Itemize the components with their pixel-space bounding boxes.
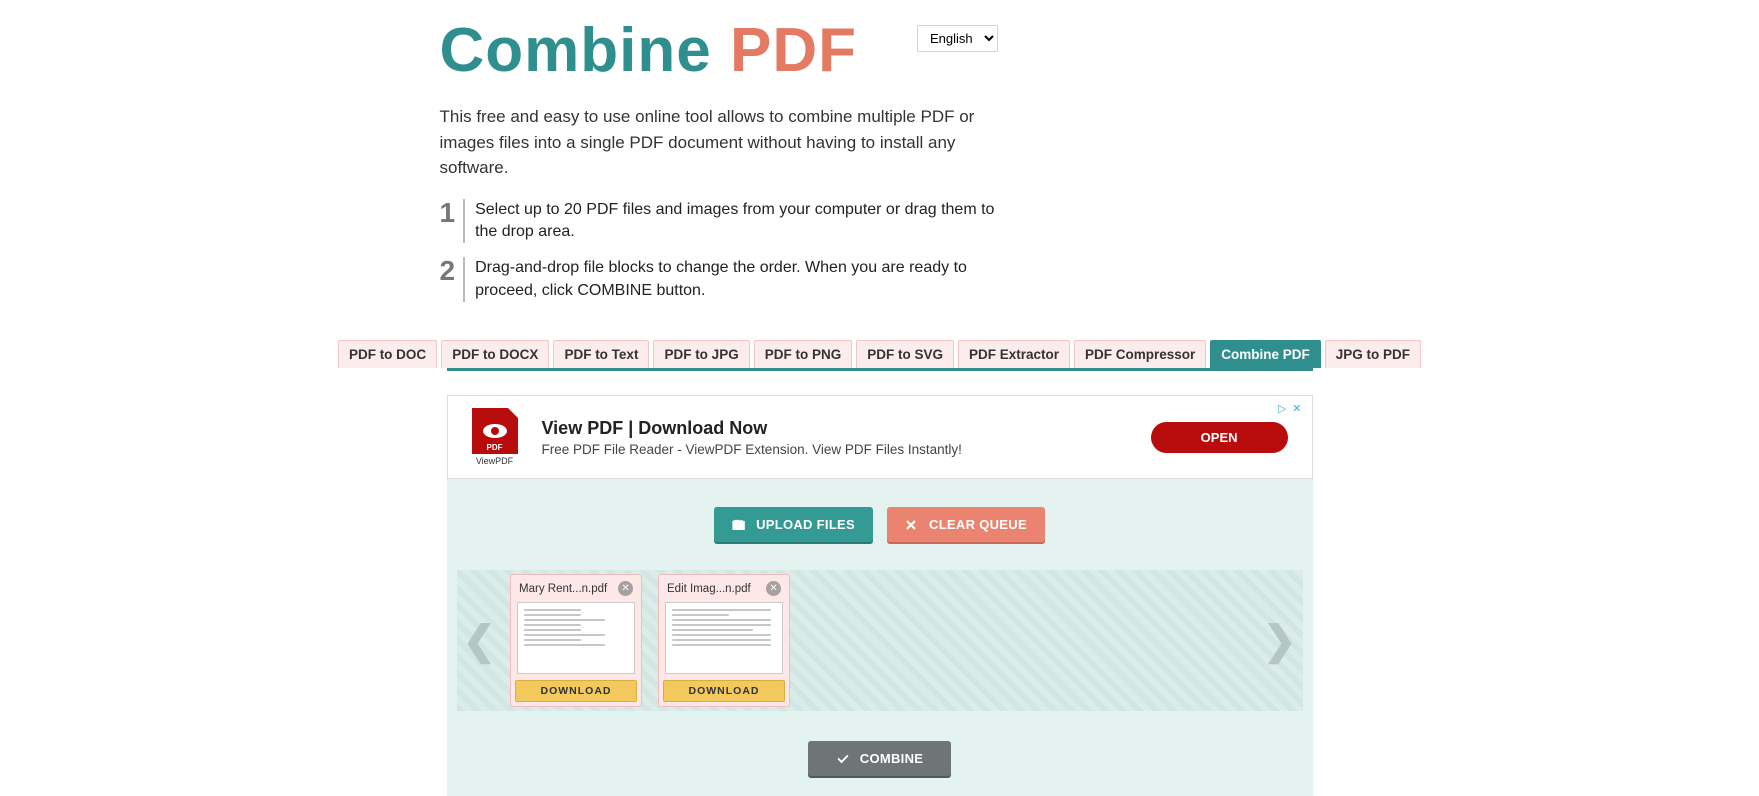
ad-icon-wrap: PDF ViewPDF (472, 408, 518, 466)
file-list: Mary Rent...n.pdf ✕ DOWNLOAD (510, 574, 1249, 707)
file-thumbnail (517, 602, 635, 674)
ad-subtitle: Free PDF File Reader - ViewPDF Extension… (542, 442, 962, 457)
step-2: 2 Drag-and-drop file blocks to change th… (440, 257, 1320, 302)
tab-pdf-to-svg[interactable]: PDF to SVG (856, 340, 954, 368)
tab-pdf-to-png[interactable]: PDF to PNG (754, 340, 853, 368)
combine-button[interactable]: COMBINE (808, 741, 952, 776)
download-file-button[interactable]: DOWNLOAD (663, 680, 785, 702)
tab-pdf-to-text[interactable]: PDF to Text (553, 340, 649, 368)
ad-close-icon[interactable]: ✕ (1292, 402, 1301, 415)
upload-files-button[interactable]: UPLOAD FILES (714, 507, 873, 542)
upload-icon (732, 519, 746, 531)
ad-icon-caption: ViewPDF (472, 456, 518, 466)
step-1: 1 Select up to 20 PDF files and images f… (440, 199, 1320, 244)
action-buttons: UPLOAD FILES CLEAR QUEUE (447, 507, 1313, 542)
tab-pdf-to-doc[interactable]: PDF to DOC (338, 340, 437, 368)
language-select[interactable]: English (917, 25, 998, 52)
steps-list: 1 Select up to 20 PDF files and images f… (440, 199, 1320, 303)
file-name: Mary Rent...n.pdf (519, 583, 607, 595)
page-description: This free and easy to use online tool al… (440, 104, 1000, 181)
tab-jpg-to-pdf[interactable]: JPG to PDF (1325, 340, 1421, 368)
adchoices-icon[interactable]: ▷ (1278, 402, 1286, 415)
file-thumbnail (665, 602, 783, 674)
logo-word-1: Combine (440, 16, 712, 85)
tab-pdf-extractor[interactable]: PDF Extractor (958, 340, 1070, 368)
file-name: Edit Imag...n.pdf (667, 583, 751, 595)
step-number: 1 (440, 199, 466, 244)
work-area: ▷ ✕ PDF ViewPDF View PDF | Download Now … (447, 395, 1313, 796)
carousel-next-button[interactable]: ❯ (1261, 618, 1299, 664)
step-text: Select up to 20 PDF files and images fro… (475, 199, 1015, 244)
combine-button-label: COMBINE (860, 751, 924, 766)
file-drop-zone[interactable]: ❮ Mary Rent...n.pdf ✕ (457, 570, 1303, 711)
ad-text: View PDF | Download Now Free PDF File Re… (542, 418, 962, 457)
tab-pdf-to-docx[interactable]: PDF to DOCX (441, 340, 549, 368)
ad-title: View PDF | Download Now (542, 418, 962, 439)
site-logo: Combine PDF (440, 15, 857, 86)
step-text: Drag-and-drop file blocks to change the … (475, 257, 1015, 302)
ad-icon: PDF (472, 408, 518, 454)
file-card[interactable]: Mary Rent...n.pdf ✕ DOWNLOAD (510, 574, 642, 707)
tab-combine-pdf[interactable]: Combine PDF (1210, 340, 1321, 368)
step-number: 2 (440, 257, 466, 302)
ad-controls: ▷ ✕ (1278, 402, 1302, 415)
clear-button-label: CLEAR QUEUE (929, 517, 1027, 532)
tab-pdf-to-jpg[interactable]: PDF to JPG (653, 340, 749, 368)
ad-banner[interactable]: ▷ ✕ PDF ViewPDF View PDF | Download Now … (447, 395, 1313, 479)
check-icon (836, 753, 850, 765)
remove-file-icon[interactable]: ✕ (618, 581, 633, 596)
upload-button-label: UPLOAD FILES (756, 517, 855, 532)
tool-tabs: PDF to DOC PDF to DOCX PDF to Text PDF t… (447, 340, 1313, 371)
logo-word-2: PDF (730, 16, 857, 85)
ad-open-button[interactable]: OPEN (1151, 422, 1288, 453)
carousel-prev-button[interactable]: ❮ (461, 618, 499, 664)
clear-queue-button[interactable]: CLEAR QUEUE (887, 507, 1045, 542)
clear-icon (905, 519, 919, 531)
download-file-button[interactable]: DOWNLOAD (515, 680, 637, 702)
tab-pdf-compressor[interactable]: PDF Compressor (1074, 340, 1206, 368)
file-card[interactable]: Edit Imag...n.pdf ✕ DOWNLOAD (658, 574, 790, 707)
remove-file-icon[interactable]: ✕ (766, 581, 781, 596)
